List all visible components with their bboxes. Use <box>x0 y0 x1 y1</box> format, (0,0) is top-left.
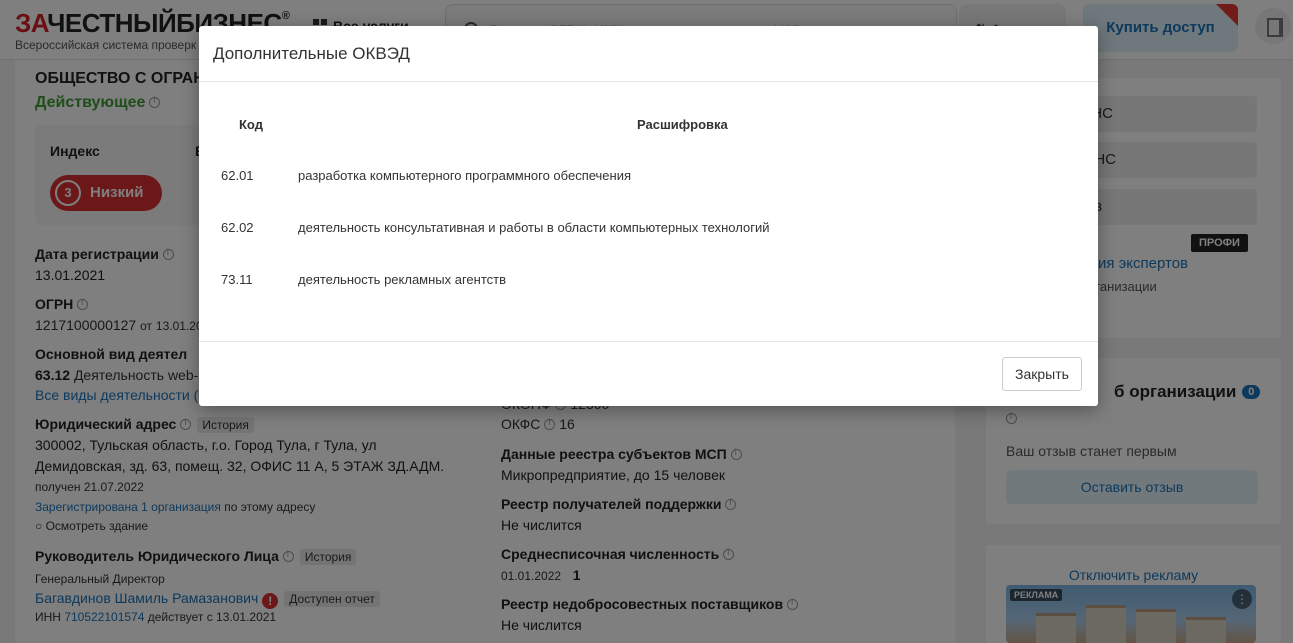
dialog-header: Дополнительные ОКВЭД <box>199 26 1098 82</box>
table-row: 62.02 деятельность консультативная и раб… <box>199 220 1098 240</box>
okved-description-cell: деятельность консультативная и работы в … <box>298 220 770 235</box>
table-row: 73.11 деятельность рекламных агентств <box>199 272 1098 292</box>
okved-description-cell: разработка компьютерного программного об… <box>298 168 632 183</box>
additional-okved-dialog: Дополнительные ОКВЭД Код Расшифровка 62.… <box>199 26 1098 406</box>
column-header-description: Расшифровка <box>637 117 728 132</box>
dialog-footer: Закрыть <box>199 341 1098 406</box>
okved-description-cell: деятельность рекламных агентств <box>298 272 507 287</box>
okved-code-cell: 73.11 <box>221 272 253 287</box>
okved-code-cell: 62.02 <box>221 220 254 235</box>
okved-code-cell: 62.01 <box>221 168 254 183</box>
column-header-code: Код <box>239 117 263 132</box>
close-button[interactable]: Закрыть <box>1002 357 1082 391</box>
dialog-title: Дополнительные ОКВЭД <box>213 44 410 63</box>
table-row: 62.01 разработка компьютерного программн… <box>199 168 1098 188</box>
